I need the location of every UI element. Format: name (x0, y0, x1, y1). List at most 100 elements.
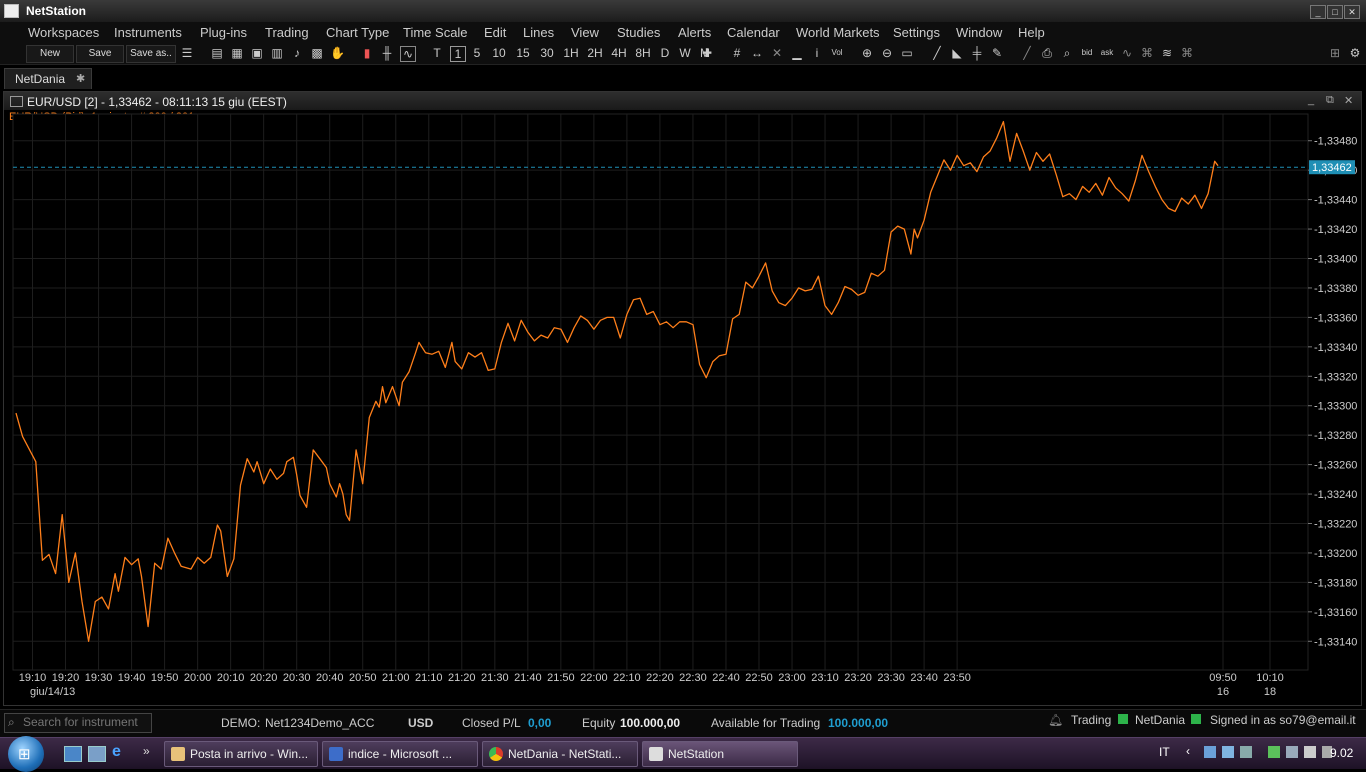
timeframe-5[interactable]: 5 (470, 46, 484, 60)
internet-explorer-icon[interactable]: e (112, 743, 121, 761)
study-icon-3[interactable]: ≋ (1160, 46, 1174, 60)
settings-icon[interactable]: ⚙ (1348, 46, 1362, 60)
language-indicator[interactable]: IT (1159, 745, 1170, 759)
menu-edit[interactable]: Edit (484, 25, 506, 40)
save-button[interactable]: Save (76, 45, 124, 63)
minimize-button[interactable]: _ (1310, 5, 1326, 19)
study-icon-2[interactable]: ⌘ (1140, 46, 1154, 60)
menu-workspaces[interactable]: Workspaces (28, 25, 99, 40)
menu-help[interactable]: Help (1018, 25, 1045, 40)
tab-netdania[interactable]: NetDania ✱ (4, 68, 92, 89)
menu-time-scale[interactable]: Time Scale (403, 25, 468, 40)
candle-chart-icon[interactable]: ▮ (360, 46, 374, 60)
ask-icon[interactable]: ask (1098, 46, 1116, 60)
channel-icon[interactable]: ╪ (970, 46, 984, 60)
new-button[interactable]: New (26, 45, 74, 63)
menu-chart-type[interactable]: Chart Type (326, 25, 389, 40)
timeframe-m[interactable]: M (698, 46, 712, 60)
volume-bars-icon[interactable]: ▁ (790, 46, 804, 60)
timeframe-d[interactable]: D (658, 46, 672, 60)
grid-toggle-icon[interactable]: # (730, 46, 744, 60)
account-id: Net1234Demo_ACC (265, 716, 375, 730)
menu-plug-ins[interactable]: Plug-ins (200, 25, 247, 40)
task-netstation[interactable]: NetStation (642, 741, 798, 767)
calculator-icon[interactable]: ▥ (270, 46, 284, 60)
timeframe-4h[interactable]: 4H (610, 46, 628, 60)
trading-status-indicator (1118, 714, 1128, 724)
show-desktop-icon[interactable] (64, 746, 82, 762)
menu-studies[interactable]: Studies (617, 25, 660, 40)
menu-settings[interactable]: Settings (893, 25, 940, 40)
timeframe-1h[interactable]: 1H (562, 46, 580, 60)
quicklaunch-more-icon[interactable]: » (143, 744, 150, 758)
volume-icon[interactable]: Vol (828, 46, 846, 60)
tray-expand-icon[interactable]: ‹ (1186, 744, 1190, 758)
alert-bell-icon[interactable]: 🔔︎ (1048, 713, 1063, 727)
timeframe-w[interactable]: W (678, 46, 692, 60)
print-icon[interactable]: ⎙ (1040, 46, 1054, 60)
timeframe-30[interactable]: 30 (538, 46, 556, 60)
zoom-out-icon[interactable]: ⊖ (880, 46, 894, 60)
layout-icon[interactable]: ⊞ (1328, 46, 1342, 60)
menu-alerts[interactable]: Alerts (678, 25, 711, 40)
task-netstation-label: NetStation (668, 747, 725, 761)
menu-trading[interactable]: Trading (265, 25, 309, 40)
tab-close-icon[interactable]: ✱ (76, 72, 85, 85)
line-chart-icon[interactable]: ∿ (400, 46, 416, 62)
save-as-button[interactable]: Save as.. (126, 45, 176, 63)
maximize-button[interactable]: □ (1327, 5, 1343, 19)
hand-tool-icon[interactable]: ✋ (330, 46, 345, 60)
study-icon-4[interactable]: ⌘ (1180, 46, 1194, 60)
tray-app-icon-4[interactable] (1286, 746, 1298, 758)
search-input[interactable] (23, 715, 147, 729)
price-chart[interactable]: -1,33140 -1,33160 -1,33180 -1,33200 -1,33220… (4, 92, 1361, 705)
timeframe-15[interactable]: 15 (514, 46, 532, 60)
timeframe-8h[interactable]: 8H (634, 46, 652, 60)
switch-windows-icon[interactable] (88, 746, 106, 762)
x-tick-label: 23:40 (910, 672, 938, 684)
task-chrome[interactable]: NetDania - NetStati... (482, 741, 638, 767)
info-icon[interactable]: i (810, 46, 824, 60)
tray-app-icon-2[interactable] (1240, 746, 1252, 758)
annotation-icon[interactable]: ✎ (990, 46, 1004, 60)
timeframe-t[interactable]: T (430, 46, 444, 60)
news-icon[interactable]: ▩ (310, 46, 324, 60)
zoom-in-icon[interactable]: ⊕ (860, 46, 874, 60)
tray-app-icon[interactable] (1222, 746, 1234, 758)
netdania-label: NetDania (1135, 713, 1186, 727)
bar-chart-icon[interactable]: ╫ (380, 46, 394, 60)
menu-calendar[interactable]: Calendar (727, 25, 780, 40)
menu-window[interactable]: Window (956, 25, 1002, 40)
task-word[interactable]: indice - Microsoft ... (322, 741, 478, 767)
menu-world-markets[interactable]: World Markets (796, 25, 880, 40)
arrow-tool-icon[interactable]: ╱ (1020, 46, 1034, 60)
quote-board-icon[interactable]: ▤ (210, 46, 224, 60)
delete-icon[interactable]: ✕ (770, 46, 784, 60)
tray-app-icon-3[interactable] (1268, 746, 1280, 758)
start-button[interactable]: ⊞ (8, 736, 44, 772)
fibonacci-icon[interactable]: ◣ (950, 46, 964, 60)
y-tick-label: -1,33340 (1314, 342, 1357, 354)
timeframe-2h[interactable]: 2H (586, 46, 604, 60)
menu-instruments[interactable]: Instruments (114, 25, 182, 40)
menu-lines[interactable]: Lines (523, 25, 554, 40)
instrument-list-icon[interactable]: ☰ (180, 46, 194, 60)
print-preview-icon[interactable]: ⌕ (1060, 46, 1074, 60)
fit-horizontal-icon[interactable]: ↔ (750, 46, 764, 60)
clock[interactable]: 9.02 (1330, 746, 1353, 760)
volume-icon[interactable] (1304, 746, 1316, 758)
search-box[interactable]: ⌕ (4, 713, 152, 733)
chart-window-icon[interactable]: ▣ (250, 46, 264, 60)
study-icon-1[interactable]: ∿ (1120, 46, 1134, 60)
timeframe-10[interactable]: 10 (490, 46, 508, 60)
close-button[interactable]: ✕ (1344, 5, 1360, 19)
task-mail[interactable]: Posta in arrivo - Win... (164, 741, 318, 767)
zoom-reset-icon[interactable]: ▭ (900, 46, 914, 60)
menu-view[interactable]: View (571, 25, 599, 40)
alert-bell-icon[interactable]: ♪ (290, 46, 304, 60)
grid-view-icon[interactable]: ▦ (230, 46, 244, 60)
bid-icon[interactable]: bid (1078, 46, 1096, 60)
tray-network-icon[interactable] (1204, 746, 1216, 758)
trendline-icon[interactable]: ╱ (930, 46, 944, 60)
timeframe-1[interactable]: 1 (450, 46, 466, 62)
